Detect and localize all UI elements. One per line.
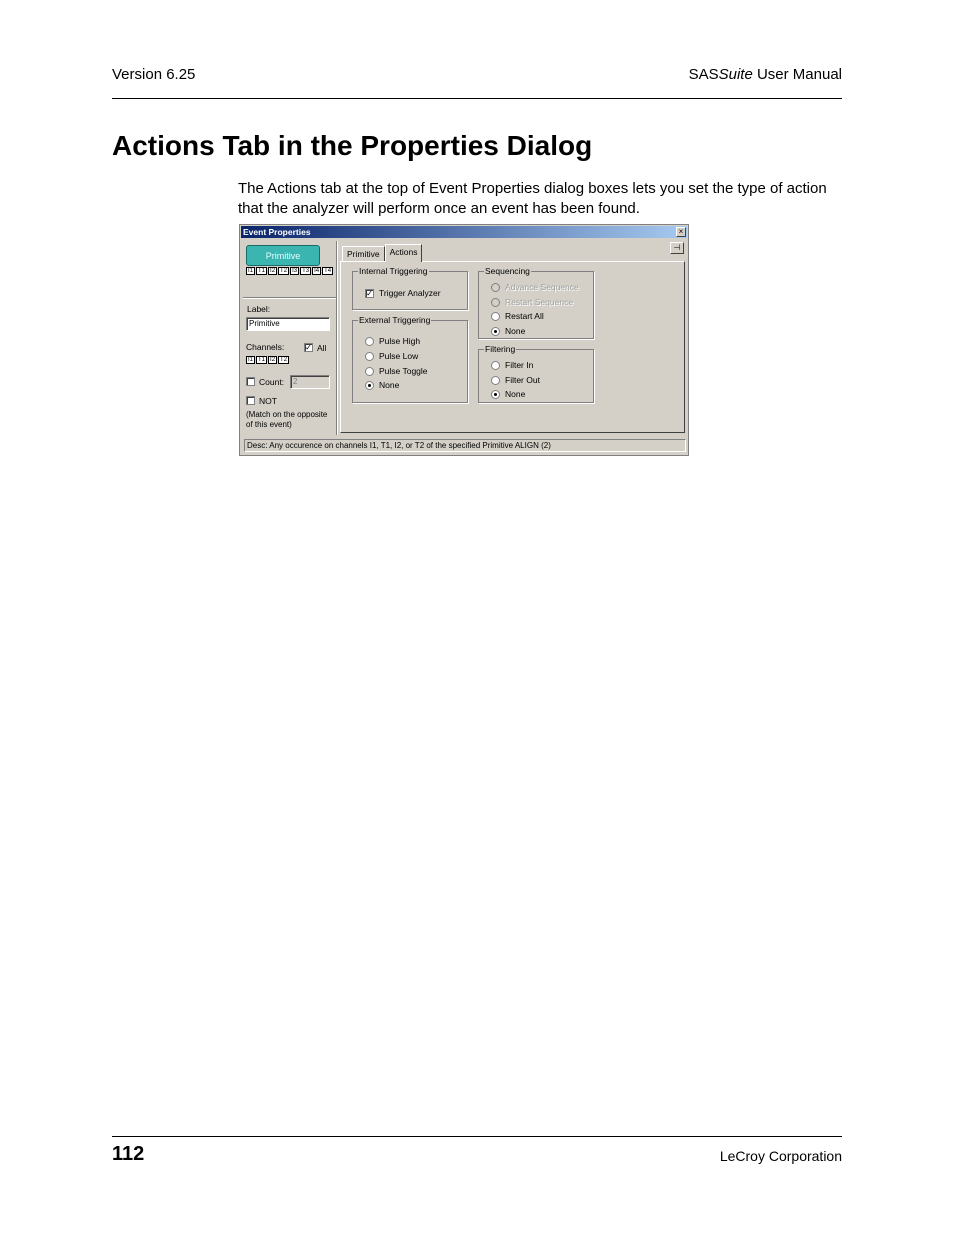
option-label: Pulse Low — [379, 351, 419, 361]
vertical-splitter[interactable] — [336, 241, 338, 435]
sequencing-title: Sequencing — [484, 266, 531, 276]
channel-indicator[interactable]: I2 — [268, 267, 278, 275]
option-label: None — [505, 389, 526, 399]
filtering-option-none[interactable]: None — [491, 389, 525, 399]
tab-actions[interactable]: Actions — [384, 244, 423, 262]
channel-indicator[interactable]: T3 — [300, 267, 312, 275]
header-rule — [112, 98, 842, 99]
external-option-pulse-low[interactable]: Pulse Low — [365, 351, 418, 361]
actions-tab-panel: Internal Triggering ✓ Trigger Analyzer E… — [340, 261, 685, 433]
internal-triggering-group: Internal Triggering ✓ Trigger Analyzer — [352, 266, 468, 310]
channel-indicator[interactable]: I4 — [312, 267, 322, 275]
footer-rule — [112, 1136, 842, 1137]
count-checkbox[interactable] — [246, 377, 255, 386]
filtering-group: Filtering Filter In Filter Out None — [478, 344, 594, 403]
count-input[interactable]: 2 — [290, 375, 330, 389]
manual-suffix: User Manual — [752, 66, 842, 83]
option-label: Advance Sequence — [505, 282, 579, 292]
radio-icon[interactable] — [491, 311, 500, 321]
not-label: NOT — [259, 396, 277, 406]
channels-caption: Channels: — [246, 342, 285, 352]
tab-primitive[interactable]: Primitive — [342, 246, 385, 261]
channel-indicator[interactable]: T1 — [256, 267, 268, 275]
event-properties-dialog: Event Properties × Primitive I1 T1 I2 T2 I3 T… — [239, 224, 689, 456]
sequencing-option-advance: Advance Sequence — [491, 282, 579, 292]
count-label: Count: — [259, 377, 285, 387]
option-label: Restart All — [505, 311, 544, 321]
radio-selected-icon[interactable] — [365, 380, 374, 390]
channel-indicator[interactable]: T2 — [278, 356, 290, 364]
dialog-title: Event Properties — [243, 227, 311, 237]
option-label: Pulse High — [379, 336, 421, 346]
channel-indicators-bottom: I1 T1 I2 T2 — [246, 356, 290, 364]
match-note-line-2: of this event) — [246, 420, 292, 429]
all-checkbox[interactable]: ✓ — [304, 343, 313, 352]
channel-indicator[interactable]: T4 — [322, 267, 334, 275]
channel-indicator[interactable]: I1 — [246, 356, 256, 364]
channel-indicator[interactable]: I3 — [290, 267, 300, 275]
section-title: Actions Tab in the Properties Dialog — [112, 130, 593, 161]
not-checkbox[interactable] — [246, 396, 255, 405]
option-label: Filter In — [505, 360, 534, 370]
option-label: Filter Out — [505, 375, 540, 385]
trigger-analyzer-label: Trigger Analyzer — [379, 288, 441, 298]
filtering-option-filter-in[interactable]: Filter In — [491, 360, 533, 370]
option-label: Pulse Toggle — [379, 366, 428, 376]
left-panel: Primitive I1 T1 I2 T2 I3 T3 I4 T4 Label: Primit… — [243, 241, 336, 435]
label-caption: Label: — [247, 304, 271, 314]
filtering-title: Filtering — [484, 344, 517, 354]
close-button[interactable]: × — [676, 227, 686, 237]
header-version: Version 6.25 — [112, 66, 196, 83]
section-paragraph: The Actions tab at the top of Event Prop… — [238, 180, 827, 217]
description-status-bar: Desc: Any occurence on channels I1, T1, … — [244, 439, 686, 452]
internal-triggering-title: Internal Triggering — [358, 266, 429, 276]
external-triggering-group: External Triggering Pulse High Pulse Low… — [352, 315, 468, 403]
channel-indicator[interactable]: T2 — [278, 267, 290, 275]
sequencing-option-none[interactable]: None — [491, 326, 525, 336]
channel-indicators-top: I1 T1 I2 T2 I3 T3 I4 T4 — [246, 267, 334, 275]
radio-icon[interactable] — [491, 375, 500, 385]
header-manual-title: SASSuite User Manual — [689, 66, 842, 83]
option-label: None — [379, 380, 400, 390]
pin-icon[interactable]: ⊣ — [670, 242, 684, 254]
radio-selected-icon[interactable] — [491, 326, 500, 336]
dialog-titlebar: Event Properties × — [241, 226, 687, 238]
trigger-analyzer-option[interactable]: ✓ Trigger Analyzer — [365, 288, 441, 298]
left-separator — [243, 297, 336, 299]
footer-company: LeCroy Corporation — [719, 1148, 842, 1164]
all-label: All — [317, 343, 327, 353]
radio-selected-icon[interactable] — [491, 389, 500, 399]
radio-icon[interactable] — [365, 336, 374, 346]
external-option-none[interactable]: None — [365, 380, 399, 390]
filtering-option-filter-out[interactable]: Filter Out — [491, 375, 540, 385]
radio-icon[interactable] — [365, 351, 374, 361]
primitive-button[interactable]: Primitive — [246, 245, 320, 266]
sequencing-option-restart: Restart Sequence — [491, 297, 573, 307]
external-option-pulse-toggle[interactable]: Pulse Toggle — [365, 366, 428, 376]
channel-indicator[interactable]: I2 — [268, 356, 278, 364]
sequencing-option-restart-all[interactable]: Restart All — [491, 311, 544, 321]
manual-italic: Suite — [718, 66, 753, 83]
radio-icon[interactable] — [491, 360, 500, 370]
option-label: None — [505, 326, 526, 336]
match-note-line-1: (Match on the opposite — [246, 410, 328, 419]
tab-strip: Primitive Actions — [342, 244, 423, 262]
channel-indicator[interactable]: T1 — [256, 356, 268, 364]
radio-icon — [491, 297, 500, 307]
radio-icon[interactable] — [365, 366, 374, 376]
option-label: Restart Sequence — [505, 297, 574, 307]
page-number: 112 — [112, 1143, 145, 1165]
radio-icon — [491, 282, 500, 292]
trigger-analyzer-checkbox[interactable]: ✓ — [365, 288, 374, 298]
channel-indicator[interactable]: I1 — [246, 267, 256, 275]
external-option-pulse-high[interactable]: Pulse High — [365, 336, 420, 346]
manual-prefix: SAS — [688, 66, 719, 83]
sequencing-group: Sequencing Advance Sequence Restart Sequ… — [478, 266, 594, 339]
external-triggering-title: External Triggering — [358, 315, 432, 325]
label-input[interactable]: Primitive — [246, 317, 330, 331]
